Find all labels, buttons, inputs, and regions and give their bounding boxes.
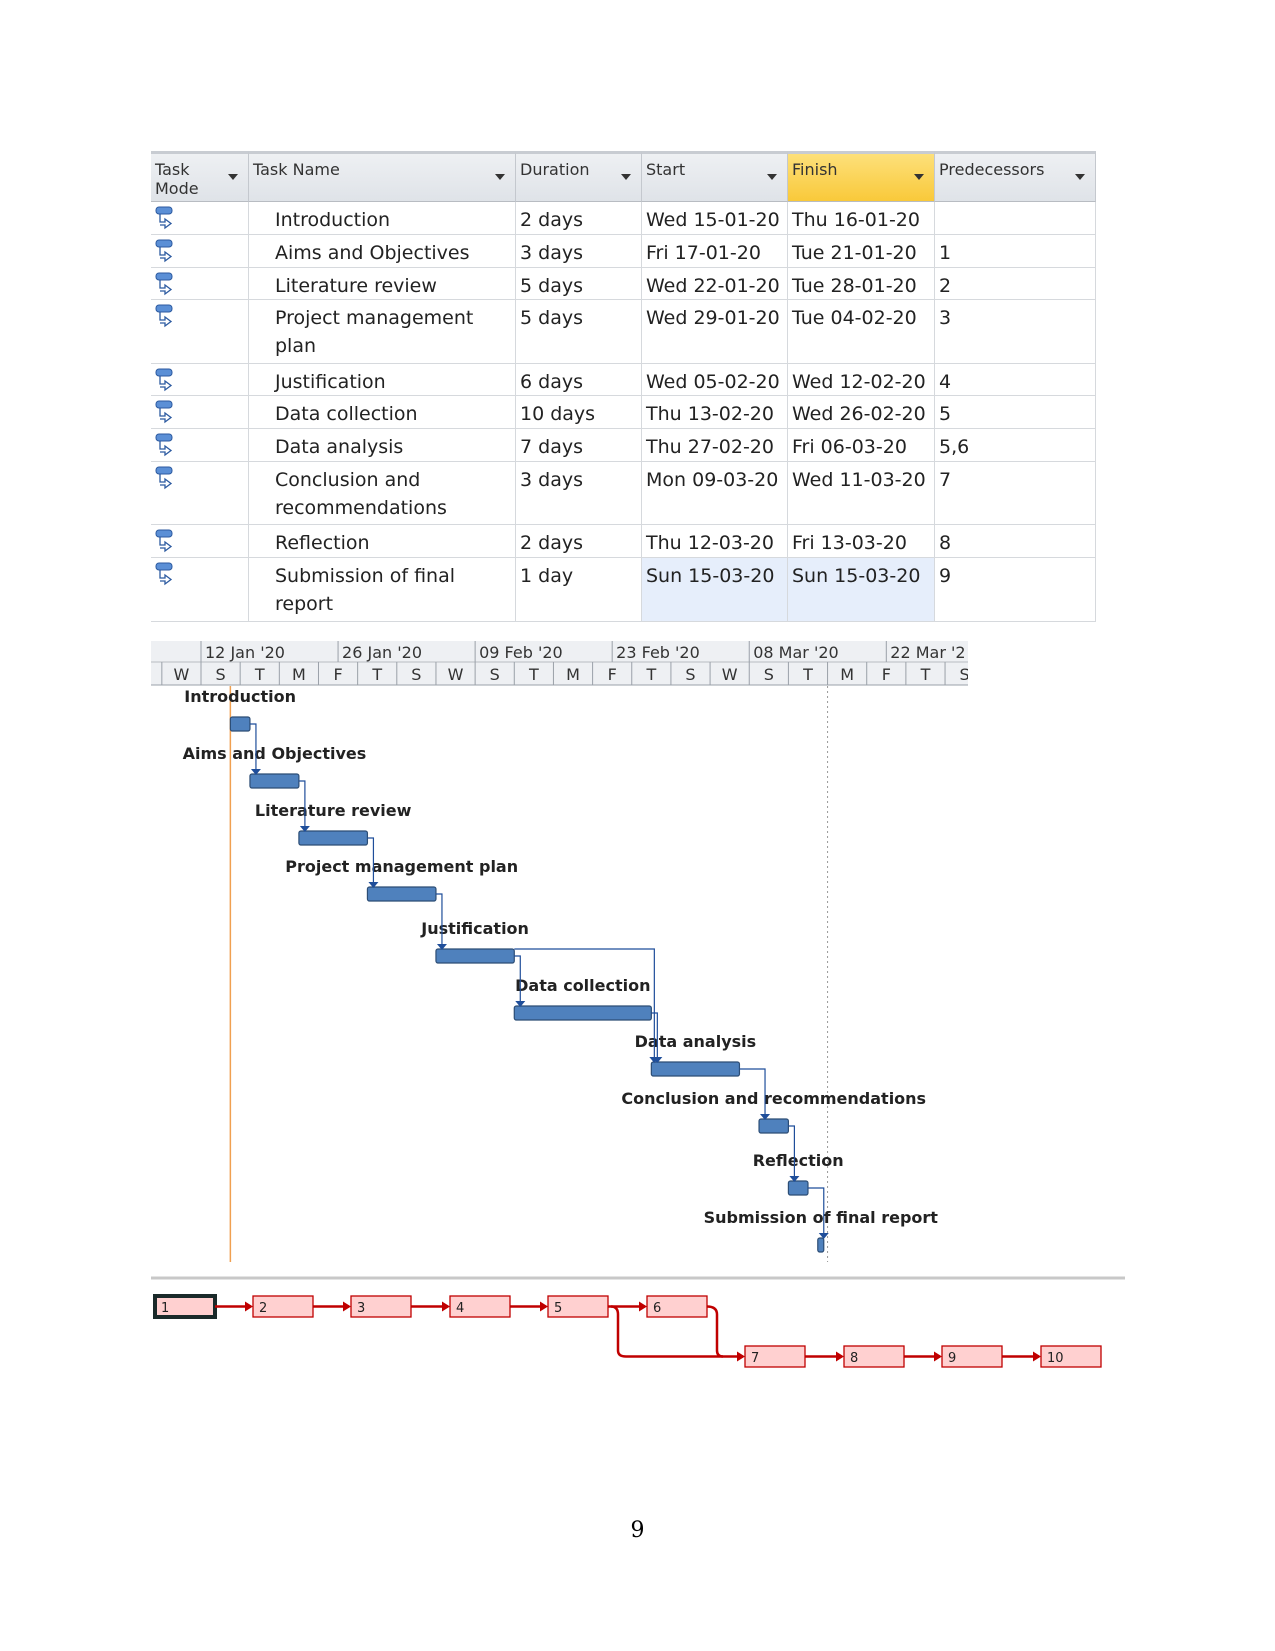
arrow-head-icon xyxy=(540,1301,548,1312)
gantt-bar[interactable] xyxy=(513,1005,652,1021)
network-link xyxy=(706,1305,724,1358)
gantt-bar-label: Conclusion and recommendations xyxy=(621,1089,926,1108)
timescale-minor-label: S xyxy=(490,665,500,684)
timescale-minor-label: W xyxy=(722,665,738,684)
timescale-minor-label: T xyxy=(371,665,382,684)
network-node-label: 7 xyxy=(751,1351,759,1366)
network-node-label: 8 xyxy=(850,1351,858,1366)
gantt-bar[interactable] xyxy=(758,1118,790,1134)
page-number: 9 xyxy=(630,1518,645,1543)
gantt-bar[interactable] xyxy=(229,716,251,732)
gantt-bar[interactable] xyxy=(249,773,300,789)
timescale-minor-label: W xyxy=(448,665,464,684)
dependency-link xyxy=(514,948,655,1059)
network-node-label: 6 xyxy=(653,1301,661,1316)
timescale-minor-label: T xyxy=(254,665,265,684)
timescale-major-label: 9 xyxy=(68,643,78,662)
arrow-head-icon xyxy=(245,1301,253,1312)
gantt-bar-label: Submission of final report xyxy=(704,1208,939,1227)
timescale: 9 12 Jan '20 26 Jan '20 09 Feb '20 23 Feb '2… xyxy=(68,641,970,686)
gantt-bar-label: Aims and Objectives xyxy=(183,744,367,763)
timescale-major-label: 23 Feb '20 xyxy=(616,643,700,662)
timescale-major-label: 12 Jan '20 xyxy=(205,643,285,662)
network-node-label: 9 xyxy=(948,1351,956,1366)
network-diagram: 1 2 3 4 5 6 7 8 9 10 xyxy=(151,1276,1125,1368)
timescale-minor-label: F xyxy=(608,665,617,684)
network-node-label: 3 xyxy=(357,1301,365,1316)
arrow-head-icon xyxy=(639,1301,647,1312)
gantt-bar[interactable] xyxy=(650,1061,741,1077)
timescale-minor-label: F xyxy=(333,665,342,684)
gantt-bar[interactable] xyxy=(366,886,437,902)
timescale-minor-label: T xyxy=(920,665,931,684)
timescale-minor-label: M xyxy=(840,665,854,684)
arrow-head-icon xyxy=(1033,1351,1041,1362)
gantt-bar[interactable] xyxy=(298,830,369,846)
timescale-minor-label: M xyxy=(566,665,580,684)
timescale-minor-label: S xyxy=(216,665,226,684)
arrow-head-icon xyxy=(343,1301,351,1312)
timescale-minor-label: S xyxy=(764,665,774,684)
arrow-head-icon xyxy=(737,1351,745,1362)
gantt-bar-label: Reflection xyxy=(753,1151,844,1170)
timescale-minor-label: T xyxy=(528,665,539,684)
timescale-minor-label: T xyxy=(645,665,656,684)
timescale-minor-label: F xyxy=(882,665,891,684)
gantt-bar-label: Introduction xyxy=(184,687,296,706)
arrow-head-icon xyxy=(836,1351,844,1362)
gantt-chart: 9 12 Jan '20 26 Jan '20 09 Feb '20 23 Feb '2… xyxy=(68,641,970,1262)
network-node-label: 4 xyxy=(456,1301,464,1316)
gantt-bar-label: Project management plan xyxy=(285,857,518,876)
gantt-bar-label: Data analysis xyxy=(635,1032,757,1051)
arrow-head-icon xyxy=(934,1351,942,1362)
timescale-minor-label: W xyxy=(174,665,190,684)
gantt-bar[interactable] xyxy=(787,1180,809,1196)
gantt-bar[interactable] xyxy=(817,1237,825,1253)
timescale-minor-label: S xyxy=(960,665,970,684)
gantt-bar-label: Justification xyxy=(420,919,529,938)
network-node-label: 10 xyxy=(1047,1351,1064,1366)
gantt-bar-label: Data collection xyxy=(515,976,650,995)
network-node-label: 1 xyxy=(161,1301,169,1316)
gantt-bar[interactable] xyxy=(435,948,515,964)
timescale-major-label: 08 Mar '20 xyxy=(753,643,838,662)
gantt-bar-label: Literature review xyxy=(255,801,412,820)
timescale-major-label: 09 Feb '20 xyxy=(479,643,563,662)
timescale-major-label: 26 Jan '20 xyxy=(342,643,422,662)
network-node-label: 2 xyxy=(259,1301,267,1316)
timescale-minor-label: M xyxy=(292,665,306,684)
arrow-head-icon xyxy=(442,1301,450,1312)
network-node-label: 5 xyxy=(554,1301,562,1316)
timescale-major-label: 22 Mar '2 xyxy=(890,643,965,662)
timescale-minor-label: T xyxy=(802,665,813,684)
timescale-minor-label: S xyxy=(411,665,421,684)
timescale-minor-label: S xyxy=(685,665,695,684)
